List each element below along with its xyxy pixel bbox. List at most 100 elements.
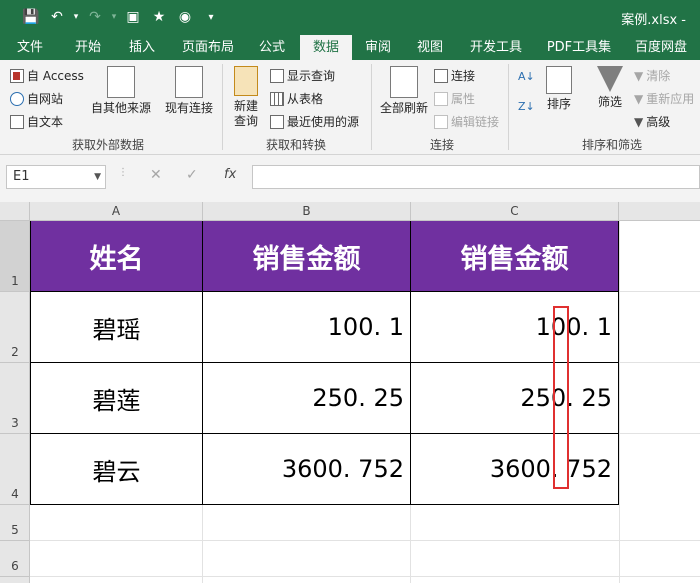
sort-button[interactable]: 排序 <box>540 66 578 112</box>
row-header-7[interactable] <box>0 577 30 583</box>
table-header-sales[interactable]: 销售金额 <box>203 221 411 292</box>
table-cell-name[interactable]: 碧莲 <box>30 363 203 434</box>
advanced-button[interactable]: ▼ 高级 <box>634 113 670 130</box>
from-web-button[interactable]: 自网站 <box>10 90 63 107</box>
table-cell-sales[interactable]: 3600. 752 <box>203 434 411 505</box>
star-icon[interactable]: ★ <box>146 6 172 28</box>
edit-links-button[interactable]: 编辑链接 <box>434 113 499 130</box>
properties-button[interactable]: 属性 <box>434 90 475 107</box>
row-header-2[interactable]: 2 <box>0 292 30 363</box>
reapply-icon: ▼ <box>634 91 644 106</box>
table-icon <box>270 91 284 106</box>
existing-connections-button[interactable]: 现有连接 <box>158 66 220 116</box>
tab-view[interactable]: 视图 <box>404 35 456 60</box>
sort-icon <box>546 66 572 94</box>
table-cell-sales[interactable]: 250. 25 <box>203 363 411 434</box>
tab-pdf-tools[interactable]: PDF工具集 <box>538 35 620 60</box>
filter-icon <box>597 66 623 92</box>
row-header-6[interactable]: 6 <box>0 541 30 577</box>
text-file-icon <box>10 114 24 129</box>
sort-ascending-icon[interactable]: A↓ <box>518 70 535 83</box>
gridline <box>202 505 203 583</box>
redo-icon[interactable]: ↷ <box>82 6 108 28</box>
gridline <box>30 540 700 541</box>
table-header-sales-2[interactable]: 销售金额 <box>411 221 619 292</box>
tab-review[interactable]: 审阅 <box>354 35 402 60</box>
gridline <box>619 433 700 434</box>
name-box-dropdown-icon[interactable]: ▼ <box>94 166 101 188</box>
tab-file[interactable]: 文件 <box>4 35 56 60</box>
gridline <box>30 576 700 577</box>
row-header-1[interactable]: 1 <box>0 221 30 292</box>
table-cell-name[interactable]: 碧瑶 <box>30 292 203 363</box>
column-header-a[interactable]: A <box>30 202 203 221</box>
existing-connections-icon <box>175 66 203 98</box>
quick-access-toolbar: 💾 ↶ ▾ ↷ ▾ ▣ ★ ◉ ▾ <box>18 6 224 28</box>
save-icon[interactable]: 💾 <box>18 6 44 28</box>
sort-descending-icon[interactable]: Z↓ <box>518 100 535 113</box>
insert-function-icon[interactable]: fx <box>224 167 236 182</box>
access-icon <box>10 68 24 83</box>
row-header-4[interactable]: 4 <box>0 434 30 505</box>
column-header-b[interactable]: B <box>203 202 411 221</box>
other-sources-icon <box>107 66 135 98</box>
tab-home[interactable]: 开始 <box>60 35 116 60</box>
show-queries-button[interactable]: 显示查询 <box>270 67 335 84</box>
group-connections: 连接 <box>430 138 455 152</box>
row-header-3[interactable]: 3 <box>0 363 30 434</box>
show-queries-icon <box>270 68 284 83</box>
redo-dropdown-icon[interactable]: ▾ <box>108 6 120 28</box>
column-header-c[interactable]: C <box>411 202 619 221</box>
new-query-button[interactable]: 新建 查询 <box>226 66 266 129</box>
gridline <box>619 362 700 363</box>
web-icon <box>10 91 24 106</box>
undo-icon[interactable]: ↶ <box>44 6 70 28</box>
formula-bar: E1 ▼ ⋮ ✕ ✓ fx <box>0 155 700 202</box>
gridline <box>410 505 411 583</box>
group-separator <box>222 64 223 150</box>
tab-insert[interactable]: 插入 <box>116 35 168 60</box>
from-access-button[interactable]: 自 Access <box>10 67 84 84</box>
select-all-corner[interactable] <box>0 202 30 221</box>
clear-filter-icon: ▼ <box>634 68 644 83</box>
other-sources-button[interactable]: 自其他来源 <box>88 66 154 116</box>
advanced-filter-icon: ▼ <box>634 114 644 129</box>
tab-baidu-netdisk[interactable]: 百度网盘 <box>626 35 696 60</box>
ribbon: 自 Access 自网站 自文本 自其他来源 现有连接 获取外部数据 新建 查询… <box>0 60 700 155</box>
reapply-button[interactable]: ▼ 重新应用 <box>634 90 694 107</box>
tab-developer[interactable]: 开发工具 <box>460 35 532 60</box>
refresh-all-button[interactable]: 全部刷新 <box>376 66 432 116</box>
group-separator <box>508 64 509 150</box>
enter-icon[interactable]: ✓ <box>186 167 198 183</box>
tab-page-layout[interactable]: 页面布局 <box>170 35 246 60</box>
excel-window: 💾 ↶ ▾ ↷ ▾ ▣ ★ ◉ ▾ 案例.xlsx - 文件 开始 插入 页面布… <box>0 0 700 583</box>
table-cell-name[interactable]: 碧云 <box>30 434 203 505</box>
screenshot-icon[interactable]: ▣ <box>120 6 146 28</box>
filter-button[interactable]: 筛选 <box>592 66 628 110</box>
table-cell-sales-2[interactable]: 3600. 752 <box>411 434 619 505</box>
title-bar: 💾 ↶ ▾ ↷ ▾ ▣ ★ ◉ ▾ 案例.xlsx - <box>0 0 700 35</box>
name-box[interactable]: E1 ▼ <box>6 165 106 189</box>
undo-dropdown-icon[interactable]: ▾ <box>70 6 82 28</box>
recent-sources-button[interactable]: 最近使用的源 <box>270 113 359 130</box>
table-cell-sales[interactable]: 100. 1 <box>203 292 411 363</box>
from-text-button[interactable]: 自文本 <box>10 113 63 130</box>
customize-qat-icon[interactable]: ▾ <box>198 6 224 28</box>
tab-data[interactable]: 数据 <box>300 35 352 60</box>
cancel-icon[interactable]: ✕ <box>150 167 162 183</box>
row-header-5[interactable]: 5 <box>0 505 30 541</box>
gridline <box>619 291 700 292</box>
from-table-button[interactable]: 从表格 <box>270 90 323 107</box>
formula-input[interactable] <box>252 165 700 189</box>
column-header-d[interactable] <box>619 202 700 221</box>
table-cell-sales-2[interactable]: 250. 25 <box>411 363 619 434</box>
refresh-all-icon <box>390 66 418 98</box>
tab-formulas[interactable]: 公式 <box>248 35 296 60</box>
connections-button[interactable]: 连接 <box>434 67 475 84</box>
table-cell-sales-2[interactable]: 100. 1 <box>411 292 619 363</box>
clear-button[interactable]: ▼ 清除 <box>634 67 670 84</box>
edit-links-icon <box>434 114 448 129</box>
camera-icon[interactable]: ◉ <box>172 6 198 28</box>
table-header-name[interactable]: 姓名 <box>30 221 203 292</box>
decimal-alignment-highlight <box>553 306 569 489</box>
